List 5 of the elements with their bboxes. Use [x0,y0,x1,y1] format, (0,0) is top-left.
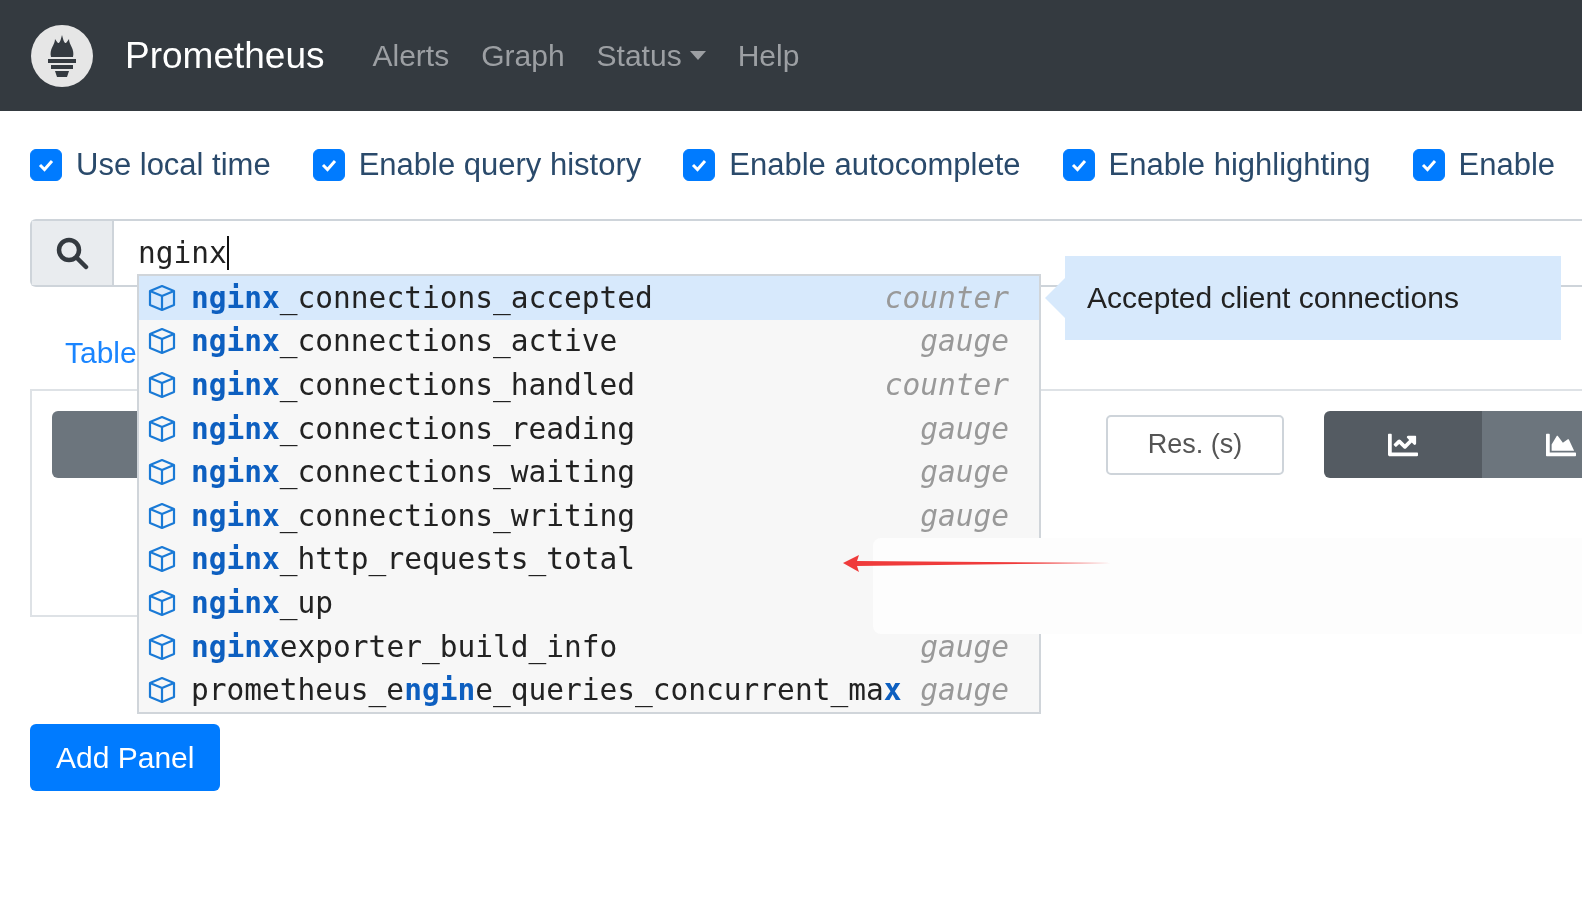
checkbox-label: Enable highlighting [1108,147,1371,183]
checkbox-label: Enable query history [358,147,642,183]
checkbox-label: Enable autocomplete [729,147,1021,183]
checkbox-label: Enable [1458,147,1556,183]
checkbox-label: Use local time [76,147,271,183]
